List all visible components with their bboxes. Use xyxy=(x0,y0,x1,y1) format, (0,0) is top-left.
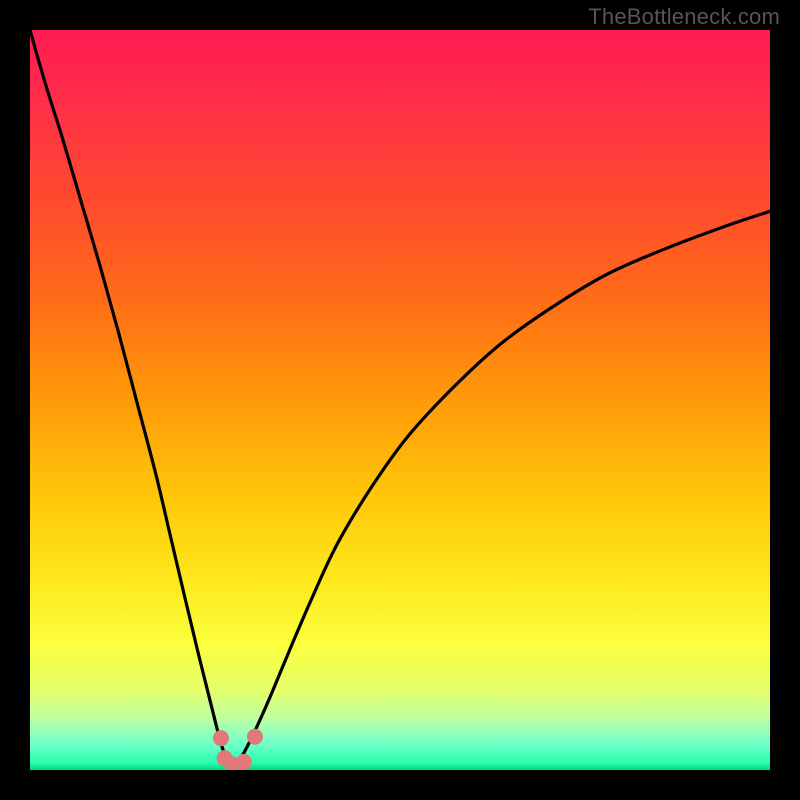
highlight-marker xyxy=(247,729,263,745)
highlight-markers xyxy=(213,729,263,770)
curve-layer xyxy=(30,30,770,770)
highlight-marker xyxy=(236,754,252,770)
plot-area xyxy=(30,30,770,770)
watermark-text: TheBottleneck.com xyxy=(588,4,780,30)
chart-container: { "watermark": "TheBottleneck.com", "col… xyxy=(0,0,800,800)
bottleneck-curve-left xyxy=(30,30,230,766)
highlight-marker xyxy=(213,730,229,746)
bottleneck-curve-right xyxy=(230,211,770,766)
